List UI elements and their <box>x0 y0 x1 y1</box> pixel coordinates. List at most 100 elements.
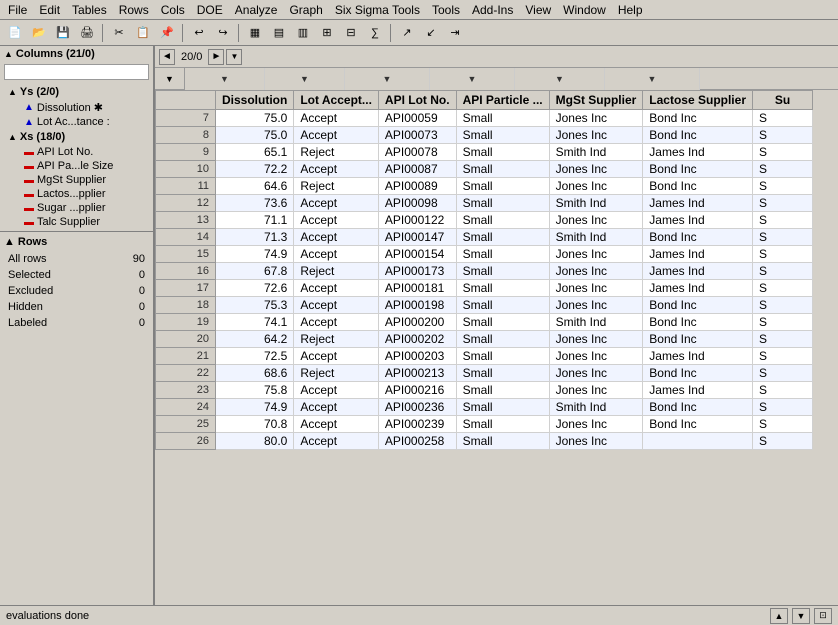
table-row[interactable]: 1164.6RejectAPI00089SmallJones IncBond I… <box>156 178 813 195</box>
table-cell[interactable]: API000258 <box>378 433 456 450</box>
table-row[interactable]: 1875.3AcceptAPI000198SmallJones IncBond … <box>156 297 813 314</box>
table-cell[interactable]: Reject <box>294 331 379 348</box>
xs-header[interactable]: ▲ Xs (18/0) <box>0 129 153 145</box>
toolbar-undo[interactable]: ↩ <box>188 22 210 44</box>
ys-item-1[interactable]: ▲ Lot Ac...tance : <box>0 115 153 129</box>
table-cell[interactable]: James Ind <box>643 382 753 399</box>
table-cell[interactable]: James Ind <box>643 280 753 297</box>
toolbar-paste[interactable]: 📌 <box>156 22 178 44</box>
toolbar-b5[interactable]: ⊟ <box>340 22 362 44</box>
table-cell[interactable]: 10 <box>156 161 216 178</box>
nav-prev[interactable]: ◄ <box>159 49 175 65</box>
filter-col-dissolution[interactable]: ▼ <box>185 68 265 90</box>
table-cell[interactable]: Small <box>456 331 549 348</box>
table-cell[interactable]: 22 <box>156 365 216 382</box>
toolbar-redo[interactable]: ↪ <box>212 22 234 44</box>
table-row[interactable]: 965.1RejectAPI00078SmallSmith IndJames I… <box>156 144 813 161</box>
table-cell[interactable]: S <box>753 433 813 450</box>
menu-tables[interactable]: Tables <box>66 1 113 19</box>
table-cell[interactable]: James Ind <box>643 144 753 161</box>
table-cell[interactable]: Bond Inc <box>643 416 753 433</box>
rows-excluded[interactable]: Excluded 0 <box>6 284 147 298</box>
table-cell[interactable]: 68.6 <box>216 365 294 382</box>
toolbar-save[interactable]: 💾 <box>52 22 74 44</box>
table-cell[interactable]: API000203 <box>378 348 456 365</box>
table-cell[interactable]: API00078 <box>378 144 456 161</box>
menu-view[interactable]: View <box>519 1 557 19</box>
table-row[interactable]: 1667.8RejectAPI000173SmallJones IncJames… <box>156 263 813 280</box>
table-cell[interactable]: Small <box>456 229 549 246</box>
table-cell[interactable]: S <box>753 348 813 365</box>
table-cell[interactable]: API000147 <box>378 229 456 246</box>
menu-graph[interactable]: Graph <box>283 1 328 19</box>
table-cell[interactable]: 24 <box>156 399 216 416</box>
menu-edit[interactable]: Edit <box>33 1 66 19</box>
toolbar-b9[interactable]: ⇥ <box>444 22 466 44</box>
table-cell[interactable]: API000173 <box>378 263 456 280</box>
rows-selected[interactable]: Selected 0 <box>6 268 147 282</box>
filter-col-lactose[interactable]: ▼ <box>605 68 700 90</box>
table-cell[interactable]: S <box>753 110 813 127</box>
table-cell[interactable]: Small <box>456 416 549 433</box>
table-cell[interactable]: API000216 <box>378 382 456 399</box>
table-cell[interactable]: S <box>753 382 813 399</box>
table-cell[interactable]: S <box>753 127 813 144</box>
table-cell[interactable]: 20 <box>156 331 216 348</box>
table-row[interactable]: 1371.1AcceptAPI000122SmallJones IncJames… <box>156 212 813 229</box>
table-cell[interactable]: 23 <box>156 382 216 399</box>
table-cell[interactable]: Bond Inc <box>643 161 753 178</box>
table-cell[interactable]: Small <box>456 365 549 382</box>
table-cell[interactable]: Jones Inc <box>549 212 643 229</box>
table-cell[interactable]: Bond Inc <box>643 178 753 195</box>
toolbar-cut[interactable]: ✂ <box>108 22 130 44</box>
menu-doe[interactable]: DOE <box>191 1 229 19</box>
statusbar-expand[interactable]: ⊡ <box>814 608 832 624</box>
table-cell[interactable]: API000181 <box>378 280 456 297</box>
table-cell[interactable]: API00073 <box>378 127 456 144</box>
table-cell[interactable]: API00098 <box>378 195 456 212</box>
table-cell[interactable]: S <box>753 399 813 416</box>
table-cell[interactable]: Reject <box>294 365 379 382</box>
table-cell[interactable]: 75.3 <box>216 297 294 314</box>
menu-analyze[interactable]: Analyze <box>229 1 284 19</box>
table-cell[interactable]: Accept <box>294 382 379 399</box>
table-row[interactable]: 2172.5AcceptAPI000203SmallJones IncJames… <box>156 348 813 365</box>
table-cell[interactable]: S <box>753 161 813 178</box>
table-cell[interactable]: Jones Inc <box>549 297 643 314</box>
table-cell[interactable]: API00089 <box>378 178 456 195</box>
ys-header[interactable]: ▲ Ys (2/0) <box>0 84 153 100</box>
col-header-lot-accept[interactable]: Lot Accept... <box>294 91 379 110</box>
table-cell[interactable]: Small <box>456 127 549 144</box>
table-cell[interactable]: Bond Inc <box>643 229 753 246</box>
filter-col-mgst[interactable]: ▼ <box>515 68 605 90</box>
table-cell[interactable]: Small <box>456 382 549 399</box>
table-cell[interactable]: API000239 <box>378 416 456 433</box>
table-cell[interactable]: 64.2 <box>216 331 294 348</box>
table-cell[interactable]: Accept <box>294 314 379 331</box>
table-row[interactable]: 1974.1AcceptAPI000200SmallSmith IndBond … <box>156 314 813 331</box>
nav-next[interactable]: ► <box>208 49 224 65</box>
toolbar-b8[interactable]: ↙ <box>420 22 442 44</box>
col-header-dissolution[interactable]: Dissolution <box>216 91 294 110</box>
table-cell[interactable]: James Ind <box>643 246 753 263</box>
table-cell[interactable]: Jones Inc <box>549 178 643 195</box>
statusbar-up[interactable]: ▲ <box>770 608 788 624</box>
table-cell[interactable]: Smith Ind <box>549 195 643 212</box>
table-cell[interactable]: 16 <box>156 263 216 280</box>
ys-item-0[interactable]: ▲ Dissolution ✱ <box>0 100 153 115</box>
xs-item-1[interactable]: ▬ API Pa...le Size <box>0 159 153 173</box>
table-cell[interactable]: Bond Inc <box>643 297 753 314</box>
table-cell[interactable]: Jones Inc <box>549 263 643 280</box>
columns-header[interactable]: ▲ Columns (21/0) <box>0 46 153 62</box>
table-row[interactable]: 875.0AcceptAPI00073SmallJones IncBond In… <box>156 127 813 144</box>
table-cell[interactable]: Small <box>456 314 549 331</box>
menu-addins[interactable]: Add-Ins <box>466 1 519 19</box>
table-cell[interactable]: 65.1 <box>216 144 294 161</box>
toolbar-b7[interactable]: ↗ <box>396 22 418 44</box>
table-cell[interactable]: 13 <box>156 212 216 229</box>
table-cell[interactable]: 74.1 <box>216 314 294 331</box>
table-cell[interactable]: Small <box>456 195 549 212</box>
xs-item-0[interactable]: ▬ API Lot No. <box>0 145 153 159</box>
table-row[interactable]: 775.0AcceptAPI00059SmallJones IncBond In… <box>156 110 813 127</box>
table-cell[interactable]: S <box>753 297 813 314</box>
